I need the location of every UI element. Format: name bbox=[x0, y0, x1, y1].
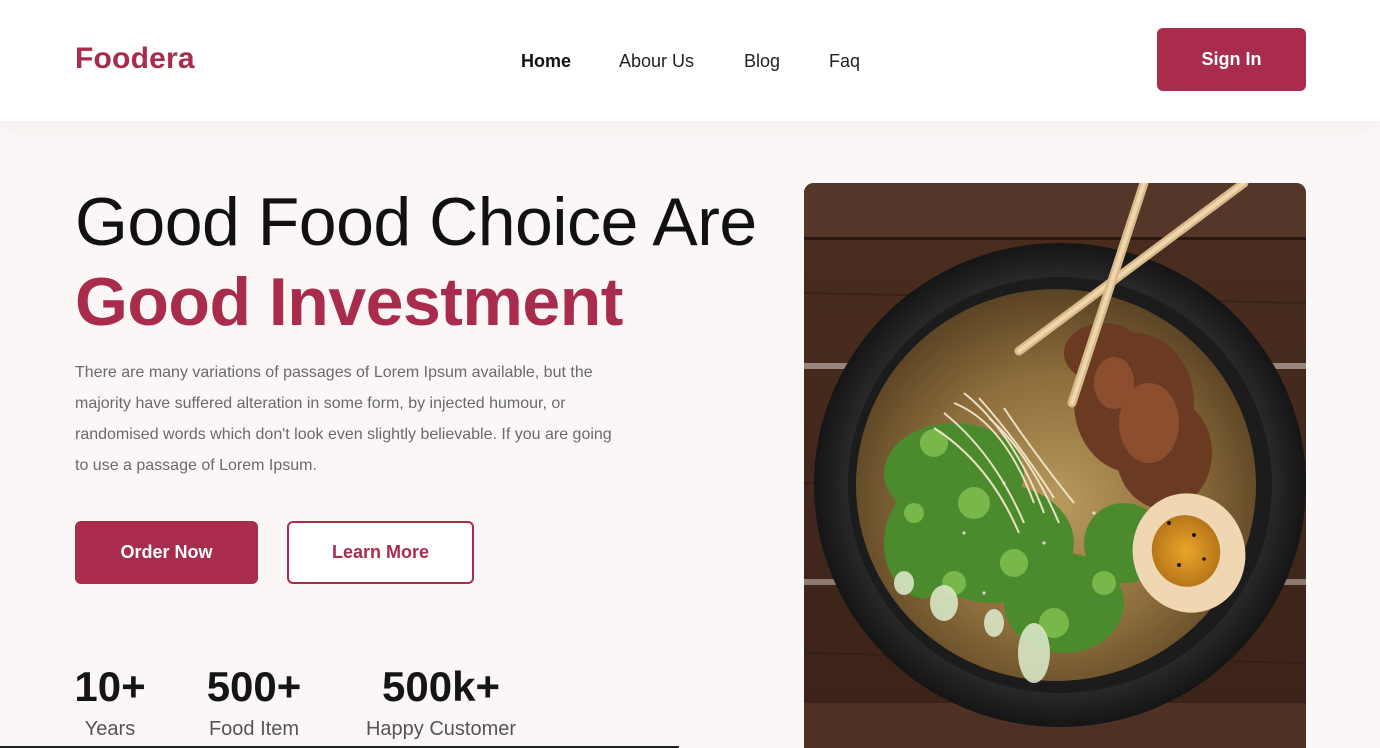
nav-item-blog[interactable]: Blog bbox=[744, 51, 780, 72]
landing-page: Foodera Home Abour Us Blog Faq Sign In G… bbox=[0, 0, 1380, 748]
stat-label: Food Item bbox=[208, 718, 300, 740]
stat-years: 10+ Years bbox=[60, 662, 160, 746]
hero-title-line-2: Good Investment bbox=[75, 264, 623, 340]
nav-item-about-us[interactable]: Abour Us bbox=[619, 51, 694, 72]
stat-label: Happy Customer bbox=[365, 718, 517, 740]
stat-value: 500k+ bbox=[382, 663, 500, 710]
stat-label: Years bbox=[84, 718, 136, 740]
nav-item-home[interactable]: Home bbox=[521, 51, 571, 72]
learn-more-button[interactable]: Learn More bbox=[287, 521, 474, 584]
stat-happy-customers: 500k+ Happy Customer bbox=[350, 662, 532, 746]
site-header: Foodera Home Abour Us Blog Faq Sign In bbox=[0, 0, 1380, 121]
sign-in-button[interactable]: Sign In bbox=[1157, 28, 1306, 91]
hero-title: Good Food Choice Are Good Investment bbox=[75, 182, 757, 342]
ramen-bowl-image bbox=[804, 183, 1306, 748]
hero-title-line-1: Good Food Choice Are bbox=[75, 184, 757, 260]
order-now-button[interactable]: Order Now bbox=[75, 521, 258, 584]
hero-description: There are many variations of passages of… bbox=[75, 364, 612, 474]
ramen-bowl-illustration bbox=[804, 183, 1306, 748]
nav-item-faq[interactable]: Faq bbox=[829, 51, 860, 72]
stat-value: 10+ bbox=[74, 663, 146, 710]
stat-value: 500+ bbox=[206, 663, 302, 710]
stat-food-items: 500+ Food Item bbox=[190, 662, 318, 746]
